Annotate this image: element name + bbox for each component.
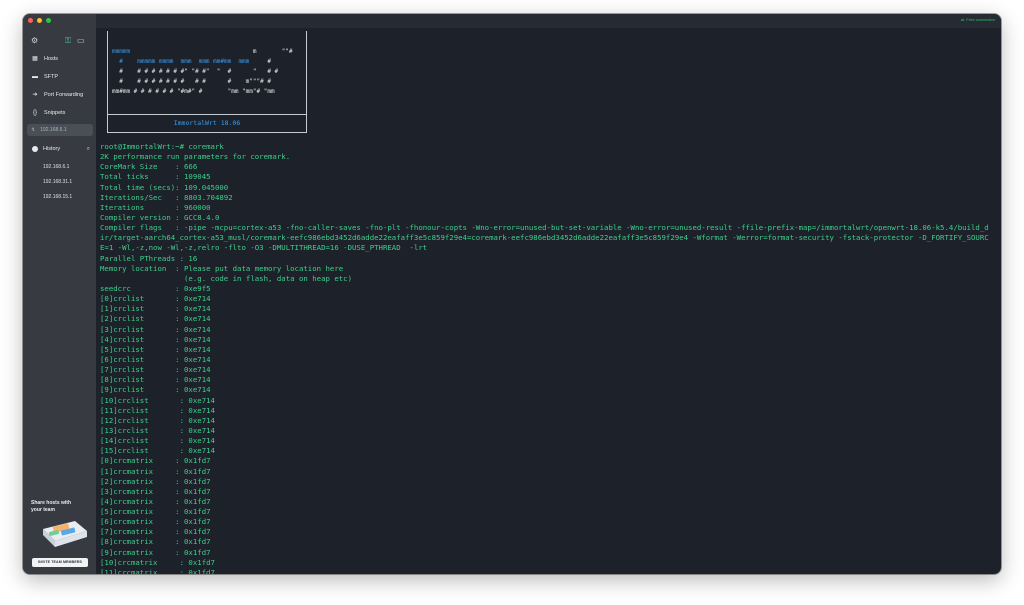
terminal-line: [15]crclist : 0xe714 (100, 446, 215, 456)
terminal-line: seedcrc : 0xe9f5 (100, 283, 211, 293)
terminal-line: Total time (secs): 109.045000 (100, 182, 229, 192)
terminal-output[interactable]: root@ImmortalWrt:~# coremark 2K performan… (100, 142, 989, 574)
sidebar-item-hosts[interactable]: ▦ Hosts (23, 50, 96, 68)
history-icon (32, 146, 38, 152)
terminal-line: [3]crclist : 0xe714 (100, 324, 211, 334)
zoom-window-button[interactable] (46, 18, 51, 23)
active-session-label: 192.168.6.1 (40, 127, 67, 133)
keychain-icon[interactable]: ⚿ (65, 36, 71, 46)
terminal-line: [7]crcmatrix : 0x1fd7 (100, 527, 211, 537)
sidebar-item-label: Port Forwarding (44, 92, 84, 98)
terminal-line: [8]crclist : 0xe714 (100, 375, 211, 385)
login-banner: mmmmm m ""# # mmmmm mmmm mmm mmm mm#mm m… (107, 31, 307, 133)
terminal-line: [0]crcmatrix : 0x1fd7 (100, 456, 211, 466)
terminal-line: [0]crclist : 0xe714 (100, 294, 211, 304)
terminal-line: [3]crcmatrix : 0x1fd7 (100, 486, 211, 496)
sidebar-item-snippets[interactable]: {} Snippets (23, 104, 96, 122)
terminal-line: (e.g. code in flash, data on heap etc) (100, 273, 353, 283)
invite-team-button[interactable]: INVITE TEAM MEMBERS (32, 558, 88, 567)
terminal-header: ⇌ Free connection (96, 14, 1001, 28)
terminal-line: [8]crcmatrix : 0x1fd7 (100, 537, 211, 547)
terminal-line: [11]crclist : 0xe714 (100, 405, 215, 415)
banner-logo-art: mmmmm m ""# # mmmmm mmmm mmm mmm mm#mm m… (112, 48, 293, 95)
terminal-line: Memory location : Please put data memory… (100, 263, 344, 273)
sidebar-item-label: Hosts (44, 56, 59, 62)
terminal-line: [11]crcmatrix : 0x1fd7 (100, 567, 215, 574)
sidebar-item-label: SFTP (44, 74, 59, 80)
close-window-button[interactable] (28, 18, 33, 23)
terminal-line: [4]crcmatrix : 0x1fd7 (100, 496, 211, 506)
active-session-tab[interactable]: ↯ 192.168.6.1 (27, 124, 93, 136)
terminal-line: Compiler version : GCC8.4.0 (100, 212, 220, 222)
history-header: History ⌕ (32, 144, 90, 154)
terminal-line: ir/target-aarch64_cortex-a53_musl/corema… (100, 233, 989, 243)
search-icon[interactable]: ⌕ (87, 146, 90, 153)
team-promo: Share hosts with your team (31, 500, 91, 551)
terminal-line: [2]crcmatrix : 0x1fd7 (100, 476, 211, 486)
terminal-line: [12]crclist : 0xe714 (100, 415, 215, 425)
terminal-line: root@ImmortalWrt:~# coremark (100, 142, 224, 151)
terminal-line: [1]crclist : 0xe714 (100, 304, 211, 314)
terminal-line: Iterations/Sec : 8803.704892 (100, 192, 233, 202)
sidebar-item-label: Snippets (44, 110, 66, 116)
terminal-line: Compiler flags : -pipe -mcpu=cortex-a53 … (100, 223, 989, 233)
terminal-line: [14]crclist : 0xe714 (100, 436, 215, 446)
sidebar-toolbar: ⚙ ⚿ ▭ (31, 36, 90, 46)
terminal-line: Iterations : 960000 (100, 202, 211, 212)
minimize-window-button[interactable] (37, 18, 42, 23)
app-window: ⚙ ⚿ ▭ ▦ Hosts ▬ SFTP ➔ Port Forwarding {… (23, 14, 1001, 574)
terminal-line: [9]crcmatrix : 0x1fd7 (100, 547, 211, 557)
terminal-line: [7]crclist : 0xe714 (100, 365, 211, 375)
connection-status-label: Free connection (966, 17, 995, 22)
sidebar-nav: ▦ Hosts ▬ SFTP ➔ Port Forwarding {} Snip… (23, 50, 96, 122)
code-icon: {} (32, 110, 37, 116)
settings-icon[interactable]: ⚙ (31, 36, 38, 46)
terminal-line: [10]crclist : 0xe714 (100, 395, 215, 405)
window-controls (28, 18, 51, 23)
connection-status[interactable]: ⇌ Free connection (961, 17, 995, 22)
history-item[interactable]: 192.168.6.1 (43, 160, 72, 175)
banner-title: ImmortalWrt 18.06 (173, 119, 241, 127)
folder-icon: ▬ (32, 74, 38, 80)
sidebar-item-port-forwarding[interactable]: ➔ Port Forwarding (23, 86, 96, 104)
terminal-line: CoreMark Size : 666 (100, 162, 198, 172)
terminal-line: [13]crclist : 0xe714 (100, 425, 215, 435)
sidebar: ⚙ ⚿ ▭ ▦ Hosts ▬ SFTP ➔ Port Forwarding {… (23, 14, 96, 574)
history-item[interactable]: 192.168.31.1 (43, 175, 72, 190)
terminal-line: [5]crcmatrix : 0x1fd7 (100, 507, 211, 517)
hosts-icon: ▦ (32, 56, 38, 62)
terminal-icon[interactable]: ▭ (77, 36, 85, 46)
terminal-line: 2K performance run parameters for corema… (100, 152, 291, 162)
terminal-line: Total ticks : 109045 (100, 172, 211, 182)
terminal-line: [6]crclist : 0xe714 (100, 354, 211, 364)
terminal-line: [10]crcmatrix : 0x1fd7 (100, 557, 215, 567)
terminal-line: [6]crcmatrix : 0x1fd7 (100, 517, 211, 527)
terminal-line: [2]crclist : 0xe714 (100, 314, 211, 324)
terminal-line: [9]crclist : 0xe714 (100, 385, 211, 395)
link-icon: ⇌ (960, 17, 965, 22)
promo-text: Share hosts with your team (31, 500, 72, 513)
terminal-line: [4]crclist : 0xe714 (100, 334, 211, 344)
history-label: History (43, 146, 61, 152)
sidebar-item-sftp[interactable]: ▬ SFTP (23, 68, 96, 86)
history-list: 192.168.6.1 192.168.31.1 192.168.15.1 (43, 160, 72, 205)
connection-icon: ↯ (31, 127, 36, 133)
terminal-line: Parallel PThreads : 16 (100, 253, 198, 263)
history-item[interactable]: 192.168.15.1 (43, 190, 72, 205)
terminal-line: [5]crclist : 0xe714 (100, 344, 211, 354)
arrow-right-icon: ➔ (32, 92, 38, 98)
banner-divider (108, 114, 306, 115)
promo-illustration (31, 517, 91, 551)
terminal-line: E=1 -Wl,-z,now -Wl,-z,relro -flto -O3 -D… (100, 243, 428, 253)
terminal-line: [1]crcmatrix : 0x1fd7 (100, 466, 211, 476)
